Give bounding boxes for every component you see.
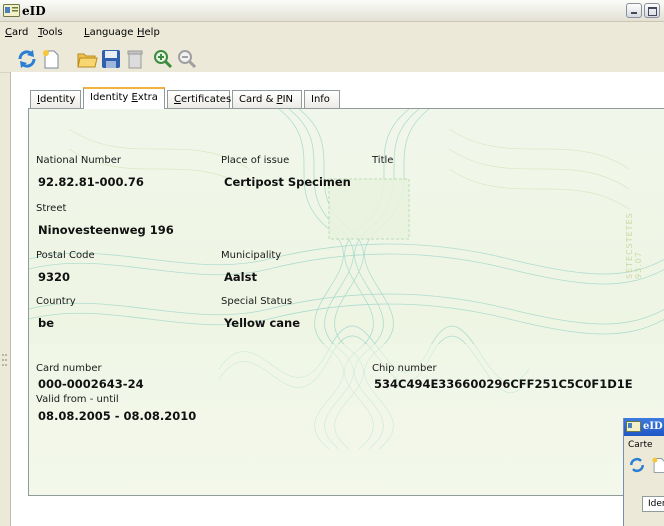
validity-value: 08.08.2005 - 08.08.2010 [38, 409, 197, 423]
street-value: Ninovesteenweg 196 [38, 223, 174, 237]
municipality-label: Municipality [221, 250, 282, 261]
new-document-icon[interactable] [650, 456, 664, 474]
eid-app-icon [3, 4, 20, 17]
open-folder-icon[interactable] [76, 48, 98, 70]
menu-tools[interactable]: Tools [38, 27, 63, 38]
card-number-value: 000-0002643-24 [38, 377, 144, 391]
country-value: be [38, 316, 55, 330]
postal-code-label: Postal Code [36, 250, 95, 261]
refresh-icon[interactable] [16, 48, 38, 70]
menu-card[interactable]: Card [5, 27, 28, 38]
zoom-in-icon[interactable] [152, 48, 174, 70]
secondary-tab-identity[interactable]: Ider [642, 496, 664, 512]
minimize-button[interactable] [626, 3, 642, 18]
card-number-label: Card number [36, 363, 102, 374]
identity-extra-panel: SETECSTETES 93.07 National Number 92.82.… [28, 108, 664, 496]
validity-label: Valid from - until [36, 394, 119, 405]
guilloche-background [29, 109, 664, 495]
tab-certificates[interactable]: Certificates [167, 90, 231, 108]
secondary-window-title: eID [643, 421, 663, 432]
chip-number-value: 534C494E336600296CFF251C5C0F1D1E [374, 377, 633, 391]
save-icon[interactable] [100, 48, 122, 70]
menu-bar: Card Tools Language Help [0, 24, 664, 42]
card-side-text: SETECSTETES 93.07 [625, 212, 643, 279]
country-label: Country [36, 296, 76, 307]
secondary-eid-window[interactable]: eID Carte Ider [623, 418, 664, 526]
tab-info[interactable]: Info [304, 90, 340, 108]
national-number-value: 92.82.81-000.76 [38, 175, 144, 189]
special-status-label: Special Status [221, 296, 293, 307]
title-label: Title [372, 155, 394, 166]
window-title: eID [22, 4, 46, 18]
resize-grip[interactable] [0, 352, 8, 378]
chip-number-label: Chip number [372, 363, 437, 374]
toolbar [0, 44, 664, 73]
street-label: Street [36, 203, 67, 214]
tab-identity-extra[interactable]: Identity Extra [83, 87, 165, 109]
municipality-value: Aalst [224, 270, 257, 284]
tab-card-pin[interactable]: Card & PIN [232, 90, 302, 108]
eid-app-icon [626, 421, 641, 432]
tab-identity[interactable]: Identity [30, 90, 81, 108]
secondary-title-bar: eID [624, 418, 664, 436]
new-document-icon[interactable] [40, 48, 62, 70]
refresh-icon[interactable] [628, 456, 646, 474]
zoom-out-icon[interactable] [176, 48, 198, 70]
national-number-label: National Number [36, 155, 122, 166]
maximize-button[interactable] [644, 3, 660, 18]
special-status-value: Yellow cane [224, 316, 301, 330]
menu-language[interactable]: Language [84, 27, 133, 38]
secondary-menu-card[interactable]: Carte [628, 440, 653, 450]
menu-help[interactable]: Help [137, 27, 160, 38]
delete-icon[interactable] [124, 48, 146, 70]
title-bar: eID [0, 0, 664, 22]
place-of-issue-value: Certipost Specimen [224, 175, 351, 189]
postal-code-value: 9320 [38, 270, 71, 284]
place-of-issue-label: Place of issue [221, 155, 290, 166]
